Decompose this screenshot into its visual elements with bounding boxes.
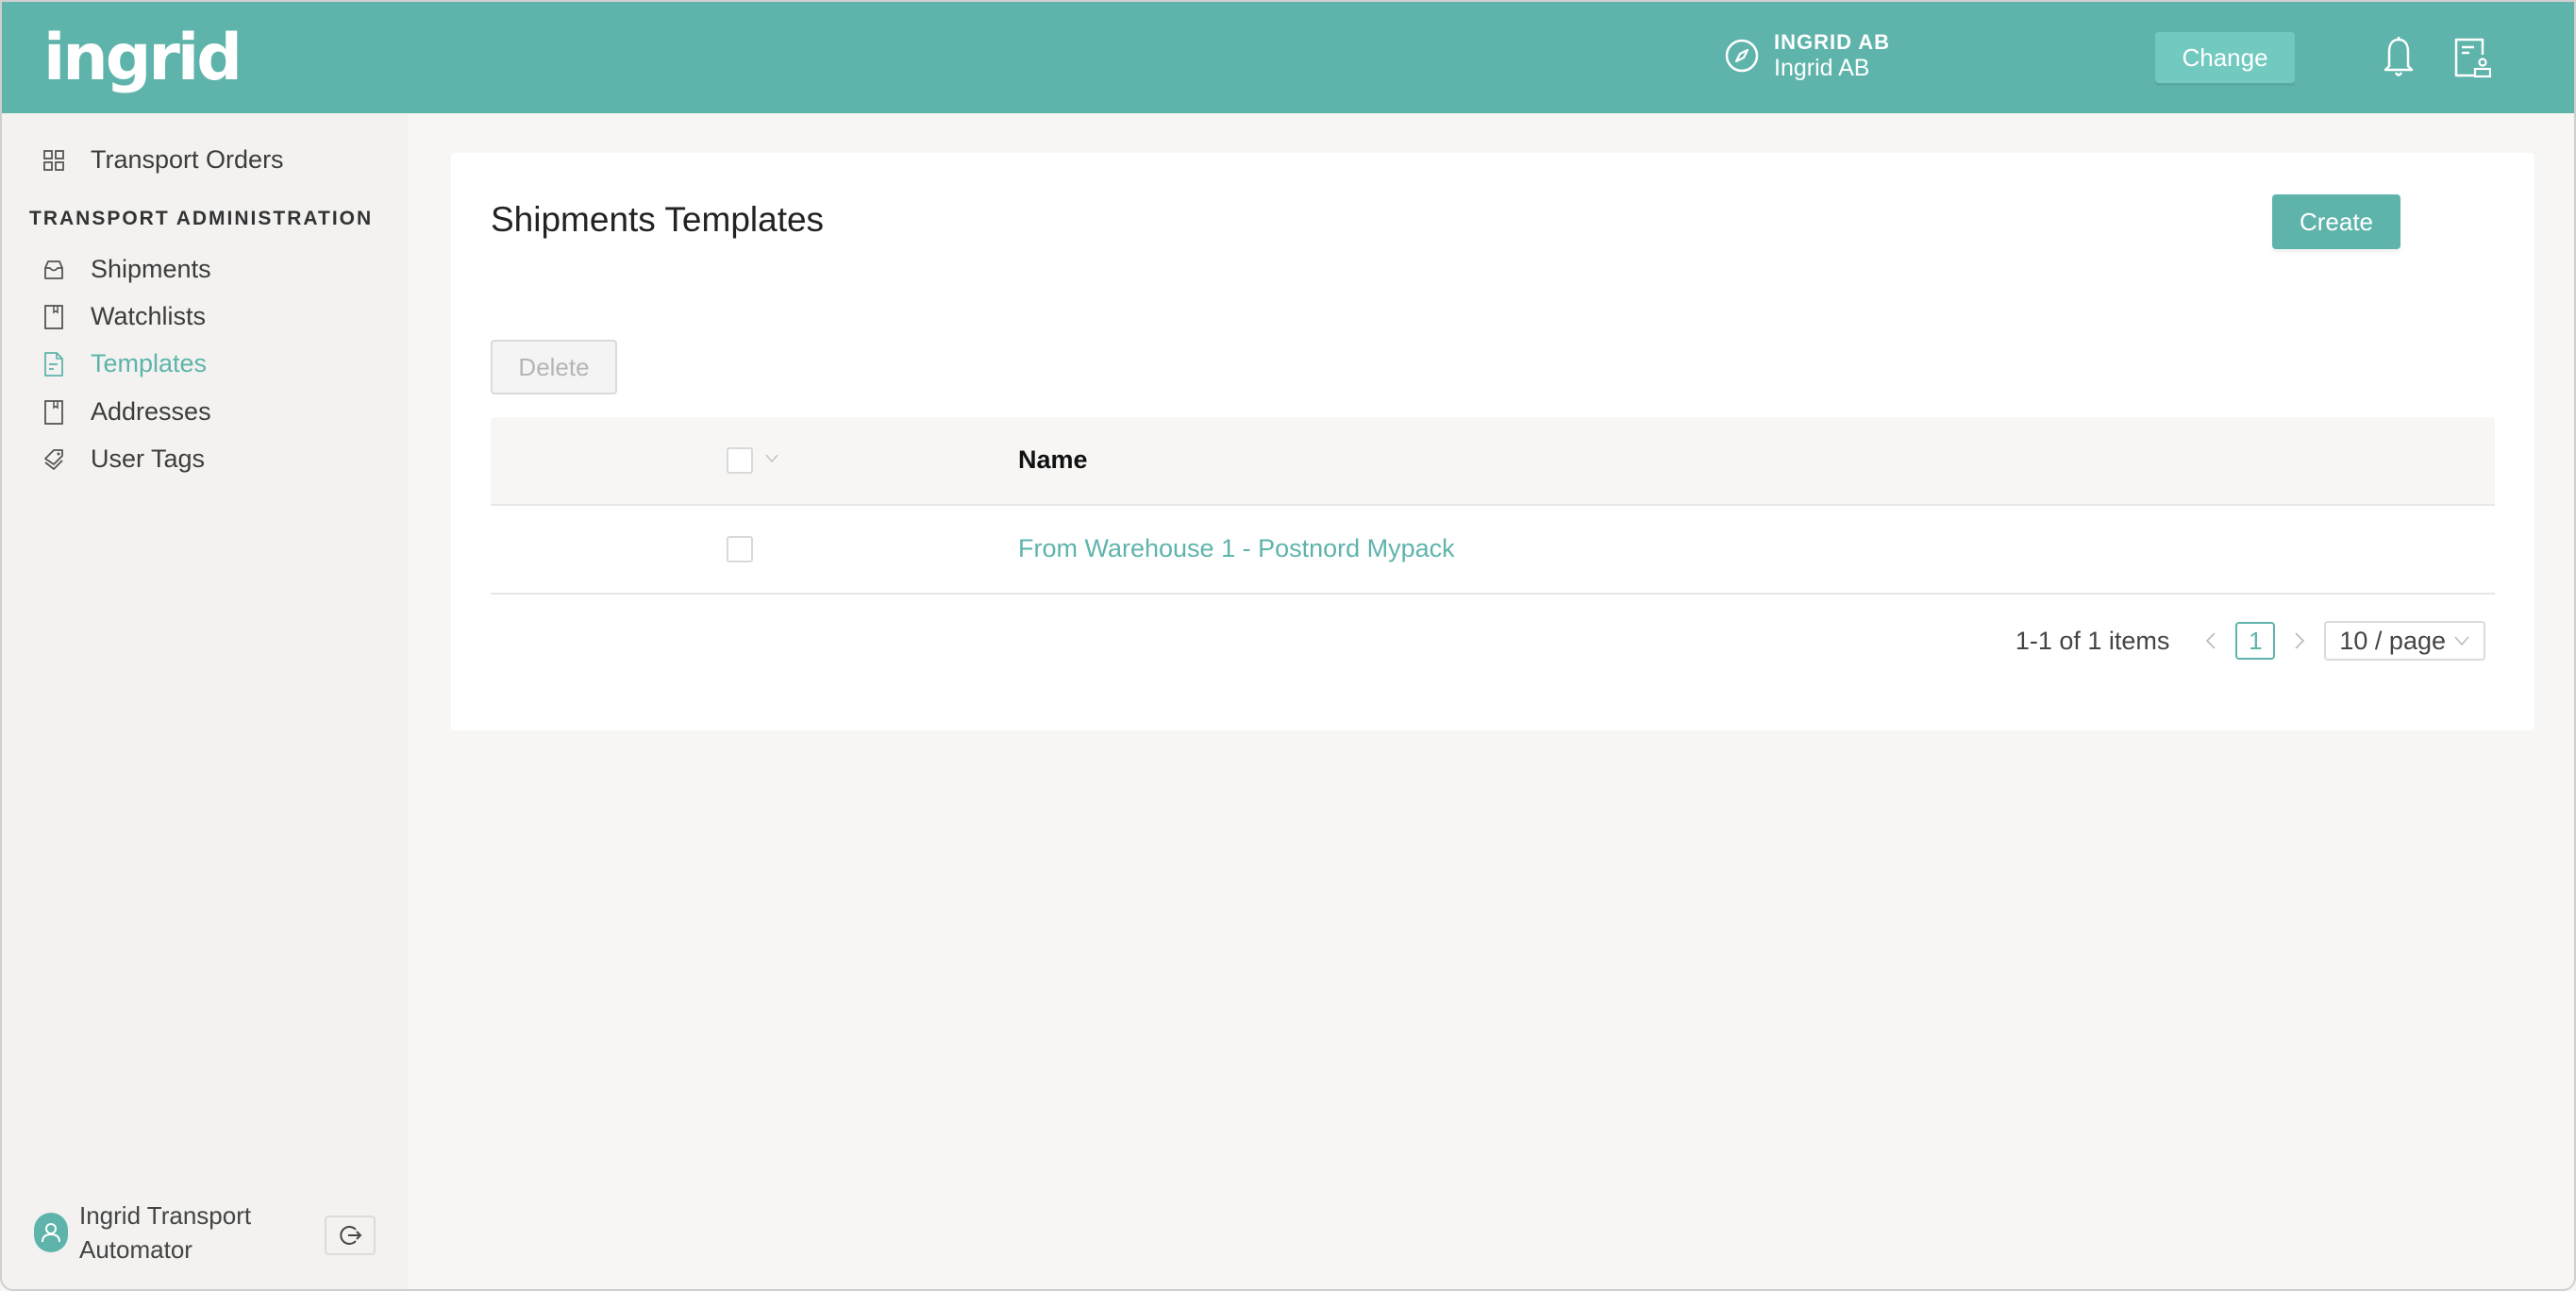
table-row: From Warehouse 1 - Postnord Mypack — [491, 506, 2495, 595]
inbox-icon — [44, 260, 63, 279]
app-window: ingrid INGRID AB Ingrid AB Change Transp… — [0, 0, 2576, 1291]
document-user-icon[interactable] — [2451, 36, 2491, 79]
organization-info: INGRID AB Ingrid AB — [1723, 30, 1890, 81]
ingrid-logo[interactable]: ingrid — [43, 25, 243, 92]
sidebar-item-label: Addresses — [91, 397, 211, 426]
user-icon — [42, 1223, 60, 1243]
chevron-down-icon — [2454, 636, 2469, 646]
top-header: ingrid INGRID AB Ingrid AB Change — [2, 2, 2574, 113]
page-1-button[interactable]: 1 — [2235, 622, 2276, 660]
sidebar-item-label: User Tags — [91, 444, 206, 473]
org-name: Ingrid AB — [1774, 55, 1870, 81]
sidebar-item-watchlists[interactable]: Watchlists — [43, 302, 206, 331]
chevron-down-icon[interactable] — [764, 453, 779, 464]
logout-button[interactable] — [325, 1216, 376, 1255]
org-code: INGRID AB — [1774, 30, 1891, 54]
chevron-left-icon[interactable] — [2201, 630, 2220, 651]
user-name: Ingrid Transport Automator — [79, 1201, 252, 1264]
templates-table: Name From Warehouse 1 - Postnord Mypack — [491, 417, 2495, 595]
book-icon — [44, 399, 63, 425]
sidebar-item-transport-orders[interactable]: Transport Orders — [43, 145, 284, 175]
logout-icon — [340, 1226, 362, 1245]
page-title: Shipments Templates — [491, 200, 825, 239]
bell-icon[interactable] — [2380, 36, 2417, 79]
change-organization-button[interactable]: Change — [2155, 32, 2295, 83]
table-header: Name — [491, 417, 2495, 506]
chevron-right-icon[interactable] — [2290, 630, 2309, 651]
page-size-select[interactable]: 10 / page — [2324, 621, 2485, 661]
templates-card: Shipments Templates Create Delete Name F… — [451, 153, 2534, 730]
create-button[interactable]: Create — [2272, 194, 2400, 249]
sidebar-item-shipments[interactable]: Shipments — [43, 255, 211, 284]
section-heading-transport-administration: TRANSPORT ADMINISTRATION — [29, 208, 374, 229]
grid-icon — [43, 149, 64, 171]
compass-icon — [1725, 39, 1759, 73]
select-all-checkbox[interactable] — [727, 447, 753, 474]
delete-button[interactable]: Delete — [491, 340, 617, 394]
tags-icon — [44, 448, 63, 470]
avatar — [34, 1213, 68, 1252]
user-profile: Ingrid Transport Automator — [34, 1199, 306, 1266]
pagination: 1-1 of 1 items 1 10 / page — [2016, 621, 2485, 661]
sidebar-item-label: Shipments — [91, 255, 211, 283]
file-text-icon — [44, 351, 63, 377]
book-icon — [44, 304, 63, 329]
sidebar-item-user-tags[interactable]: User Tags — [43, 444, 205, 474]
column-header-name[interactable]: Name — [1018, 445, 1088, 475]
sidebar-item-label: Templates — [91, 349, 208, 377]
row-checkbox[interactable] — [727, 536, 753, 562]
sidebar: Transport Orders TRANSPORT ADMINISTRATIO… — [2, 113, 408, 1289]
sidebar-item-label: Watchlists — [91, 302, 207, 330]
sidebar-item-label: Transport Orders — [91, 145, 284, 174]
template-name-link[interactable]: From Warehouse 1 - Postnord Mypack — [1018, 534, 1455, 563]
sidebar-item-addresses[interactable]: Addresses — [43, 397, 211, 427]
sidebar-item-templates[interactable]: Templates — [43, 349, 207, 378]
pagination-total: 1-1 of 1 items — [2015, 626, 2170, 655]
page-size-value: 10 / page — [2339, 626, 2446, 655]
